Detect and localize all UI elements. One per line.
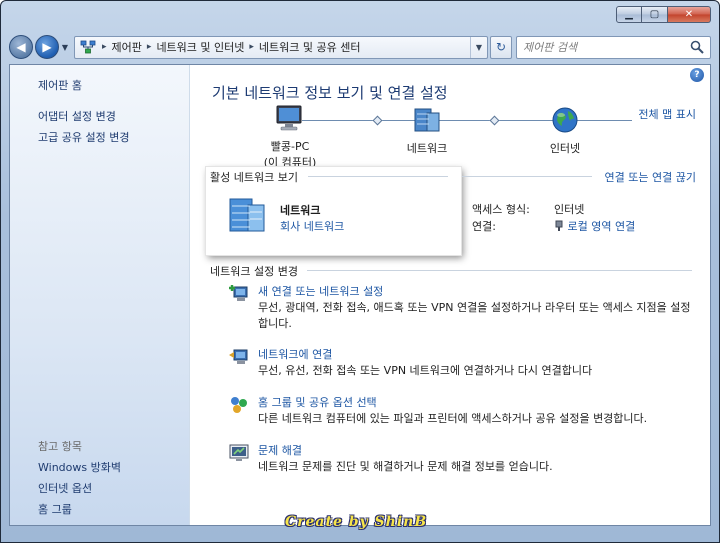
new-connection-link[interactable]: 새 연결 또는 네트워크 설정 [258,283,383,299]
access-type-value: 인터넷 [554,203,585,216]
connect-network-icon [229,349,248,364]
map-connector [372,115,383,126]
homegroup-sharing-description: 다른 네트워크 컴퓨터에 있는 파일과 프린터에 액세스하거나 공유 설정을 변… [258,412,648,425]
arrow-right-icon: ▶ [42,40,52,54]
breadcrumb-control-panel[interactable]: 제어판 [112,39,142,55]
sidebar-item-control-panel-home[interactable]: 제어판 홈 [38,77,82,93]
homegroup-sharing-options-link[interactable]: 홈 그룹 및 공유 옵션 선택 [258,394,377,410]
breadcrumb-separator[interactable]: ▸ [147,42,152,52]
sidebar-item-adapter-settings[interactable]: 어댑터 설정 변경 [38,108,116,124]
change-settings-heading: 네트워크 설정 변경 [210,265,298,278]
recent-pages-dropdown[interactable]: ▼ [60,43,70,52]
sidebar-item-advanced-sharing[interactable]: 고급 공유 설정 변경 [38,129,129,145]
sidebar-item-internet-options[interactable]: 인터넷 옵션 [38,480,92,496]
minimize-button[interactable]: ▁ [616,6,642,23]
task-pane: 제어판 홈 어댑터 설정 변경 고급 공유 설정 변경 참고 항목 Window… [10,65,190,525]
sidebar-item-windows-firewall[interactable]: Windows 방화벽 [38,459,121,475]
help-icon[interactable]: ? [690,68,704,82]
computer-icon [276,105,302,131]
navigation-bar: ◀ ▶ ▼ ▸ 제어판 ▸ 네트워크 및 인터넷 ▸ 네트워크 및 공유 센터 … [9,32,711,62]
network-folder-icon [79,39,97,55]
access-type-label: 액세스 형식: [472,203,530,216]
active-networks-heading: 활성 네트워크 보기 [210,171,298,184]
search-input[interactable] [523,40,693,54]
author-watermark: Create by ShinB [285,514,428,530]
arrow-left-icon: ◀ [16,40,26,54]
ethernet-icon [555,220,563,231]
breadcrumb-network-internet[interactable]: 네트워크 및 인터넷 [156,39,244,55]
refresh-icon: ↻ [495,40,507,54]
local-area-connection-label: 로컬 영역 연결 [567,220,636,233]
homegroup-icon [231,397,247,413]
network-label: 네트워크 [406,142,448,155]
breadcrumb-separator[interactable]: ▸ [249,42,254,52]
back-button[interactable]: ◀ [9,35,33,59]
network-sharing-center-window: ▁ ▢ ✕ ◀ ▶ ▼ ▸ 제어판 ▸ 네트워크 및 인터넷 ▸ 네트워크 및 … [0,0,720,543]
connect-to-network-description: 무선, 유선, 전화 접속 또는 VPN 네트워크에 연결하거나 다시 연결합니… [258,364,593,377]
see-full-map-link[interactable]: 전체 맵 표시 [638,106,696,122]
maximize-button[interactable]: ▢ [642,6,668,23]
network-location-link[interactable]: 회사 네트워크 [280,218,344,234]
map-node-internet[interactable]: 인터넷 [520,105,610,156]
section-divider [308,176,448,177]
page-title: 기본 네트워크 정보 보기 및 연결 설정 [212,84,448,102]
map-connector [489,115,500,126]
address-bar[interactable]: ▸ 제어판 ▸ 네트워크 및 인터넷 ▸ 네트워크 및 공유 센터 ▼ [74,35,488,59]
building-network-icon [414,108,440,132]
local-area-connection-link[interactable]: 로컬 영역 연결 [554,218,635,234]
address-dropdown-button[interactable]: ▼ [470,36,487,58]
main-pane: ? 기본 네트워크 정보 보기 및 연결 설정 빨콩-PC (이 컴퓨터) 네트… [190,65,710,525]
connections-label: 연결: [472,220,496,233]
search-icon[interactable] [690,40,704,57]
internet-label: 인터넷 [549,142,581,155]
see-also-heading: 참고 항목 [38,440,82,453]
search-box[interactable] [516,35,711,59]
active-network-name: 네트워크 [280,204,321,217]
computer-name: 빨콩-PC [270,140,310,153]
refresh-button[interactable]: ↻ [490,35,512,59]
breadcrumb-network-sharing-center[interactable]: 네트워크 및 공유 센터 [259,39,361,55]
connect-or-disconnect-link[interactable]: 연결 또는 연결 끊기 [605,169,696,185]
caption-buttons: ▁ ▢ ✕ [616,6,711,23]
map-node-network[interactable]: 네트워크 [382,105,472,156]
forward-button[interactable]: ▶ [35,35,59,59]
section-divider [307,270,692,271]
close-button[interactable]: ✕ [668,6,711,23]
breadcrumb-separator[interactable]: ▸ [102,42,107,52]
troubleshoot-problems-link[interactable]: 문제 해결 [258,442,302,458]
connect-to-network-link[interactable]: 네트워크에 연결 [258,346,332,362]
troubleshoot-description: 네트워크 문제를 진단 및 해결하거나 문제 해결 정보를 얻습니다. [258,460,553,473]
globe-icon [552,107,578,133]
work-network-icon [229,198,265,232]
section-divider [462,176,592,177]
map-node-computer[interactable]: 빨콩-PC (이 컴퓨터) [245,104,335,170]
new-connection-icon [229,285,248,301]
troubleshoot-icon [229,444,249,461]
sidebar-item-homegroup[interactable]: 홈 그룹 [38,501,72,517]
content-frame: 제어판 홈 어댑터 설정 변경 고급 공유 설정 변경 참고 항목 Window… [9,64,711,526]
new-connection-description: 무선, 광대역, 전화 접속, 애드혹 또는 VPN 연결을 설정하거나 라우터… [258,301,691,330]
